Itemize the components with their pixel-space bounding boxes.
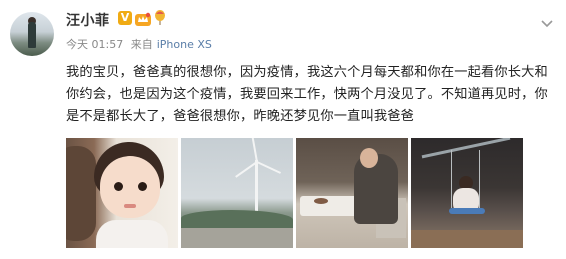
hill	[181, 210, 293, 228]
baby-face	[100, 156, 160, 218]
swing-frame	[421, 138, 511, 159]
photo-restaurant[interactable]	[296, 138, 408, 248]
post-meta: 今天 01:57 来自 iPhone XS	[66, 36, 216, 52]
ground	[181, 228, 293, 248]
bowl	[314, 198, 328, 204]
ground	[411, 230, 523, 248]
verified-v-icon[interactable]: V	[118, 10, 132, 25]
baby-eye-right	[138, 182, 147, 191]
author-name[interactable]: 汪小菲	[66, 10, 110, 30]
post-source-prefix: 来自	[130, 38, 153, 51]
swing-rope	[451, 150, 452, 208]
photo-wind-turbine[interactable]	[181, 138, 293, 248]
baby-eye-left	[114, 182, 123, 191]
avatar[interactable]	[10, 12, 54, 56]
balloon-icon[interactable]	[154, 10, 166, 25]
author-badges: V	[118, 10, 166, 26]
father-figure	[66, 146, 96, 241]
photo-swing[interactable]	[411, 138, 523, 248]
photo-grid	[66, 138, 523, 248]
post-source-device[interactable]: iPhone XS	[157, 38, 212, 51]
turbine-blade	[251, 138, 258, 163]
photo-baby-with-father[interactable]	[66, 138, 178, 248]
swing-rope	[479, 150, 480, 208]
baby-shirt	[96, 220, 168, 248]
chevron-down-icon[interactable]	[540, 14, 554, 28]
crown-icon[interactable]	[135, 11, 151, 26]
baby-mouth	[124, 204, 136, 208]
avatar-figure-body	[28, 22, 36, 48]
post-content: 我的宝贝，爸爸真的很想你，因为疫情，我这六个月每天都和你在一起看你长大和你约会，…	[66, 65, 548, 124]
turbine-blade	[256, 161, 281, 174]
weibo-post: 汪小菲 V 今天 01:57 来自 iPhone XS 我的宝贝，爸爸真的很想你，…	[0, 0, 566, 259]
post-time[interactable]: 今天 01:57	[66, 38, 123, 51]
swing-seat	[449, 208, 485, 214]
man-figure	[354, 154, 398, 224]
man-head	[360, 148, 378, 168]
